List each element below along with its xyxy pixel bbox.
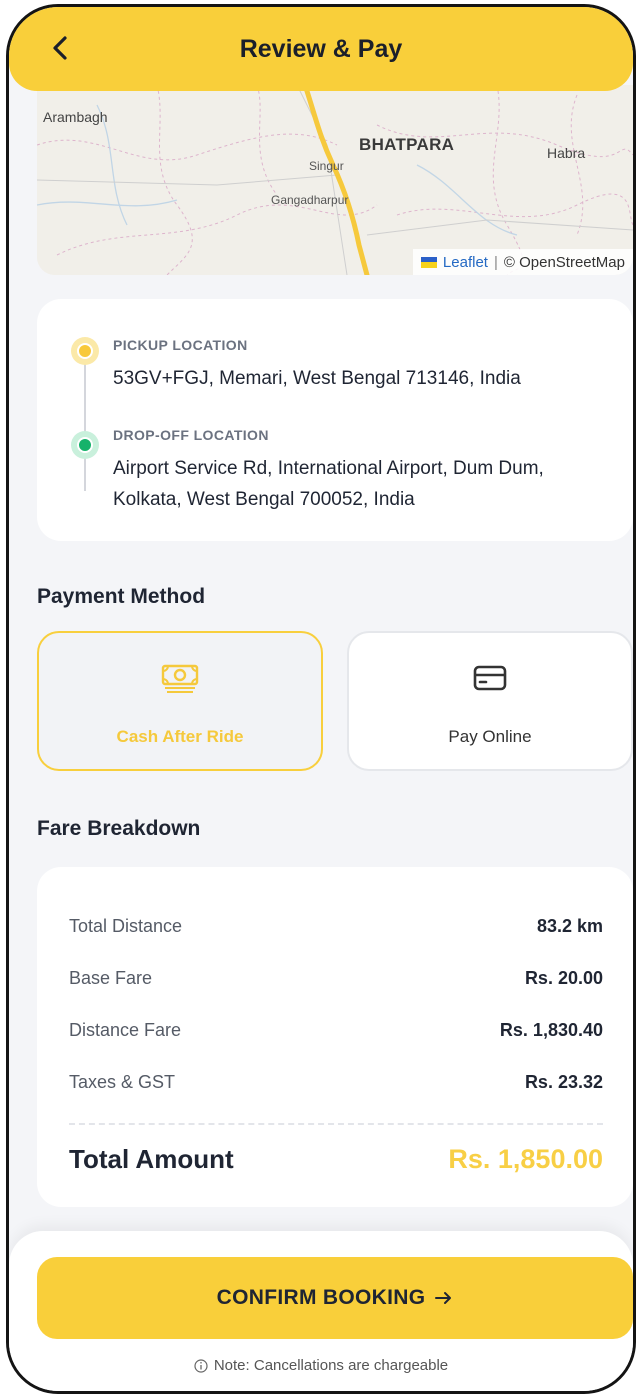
chevron-left-icon <box>53 36 67 60</box>
arrow-right-icon <box>435 1292 452 1304</box>
total-row: Total Amount Rs. 1,850.00 <box>69 1139 603 1179</box>
payment-method-title: Payment Method <box>37 585 206 608</box>
map-label-habra: Habra <box>547 145 586 161</box>
dropoff-dot-icon <box>71 431 99 459</box>
cancellation-note: Note: Cancellations are chargeable <box>9 1357 633 1374</box>
fare-row-value: 83.2 km <box>536 915 603 936</box>
fare-divider <box>69 1123 603 1125</box>
fare-row-label: Distance Fare <box>69 1019 182 1040</box>
fare-row: Total Distance 83.2 km <box>69 913 603 939</box>
attribution-separator: | <box>493 253 498 271</box>
credit-card-icon <box>473 665 507 691</box>
map-label-arambagh: Arambagh <box>43 109 108 125</box>
total-amount-value: Rs. 1,850.00 <box>448 1143 603 1174</box>
fare-row-label: Total Distance <box>69 915 183 936</box>
map-attribution: Leaflet | © OpenStreetMap <box>412 249 633 275</box>
bottom-panel: CONFIRM BOOKING Note: Cancellations are … <box>9 1231 633 1391</box>
confirm-booking-button[interactable]: CONFIRM BOOKING <box>37 1257 633 1339</box>
dropoff-address: Airport Service Rd, International Airpor… <box>113 458 544 510</box>
fare-row-label: Taxes & GST <box>69 1071 176 1092</box>
cash-icon <box>161 664 199 693</box>
fare-row-value: Rs. 1,830.40 <box>499 1019 603 1040</box>
pickup-label: PICKUP LOCATION <box>113 337 248 353</box>
total-amount-label: Total Amount <box>69 1143 234 1174</box>
fare-row-value: Rs. 20.00 <box>524 967 603 988</box>
pickup-dot-icon <box>71 337 99 365</box>
phone-frame: Review & Pay Arambagh BHATPARA Habra Sin… <box>6 4 636 1394</box>
app-header: Review & Pay <box>9 7 633 91</box>
pickup-address: 53GV+FGJ, Memari, West Bengal 713146, In… <box>113 368 521 389</box>
ukraine-flag-icon <box>420 256 437 268</box>
pay-option-cash[interactable]: Cash After Ride <box>37 631 323 771</box>
page-title: Review & Pay <box>239 34 403 63</box>
fare-row: Base Fare Rs. 20.00 <box>69 965 603 991</box>
pay-option-online[interactable]: Pay Online <box>347 631 633 771</box>
route-card: PICKUP LOCATION 53GV+FGJ, Memari, West B… <box>37 299 633 541</box>
info-icon <box>194 1358 208 1373</box>
pay-option-cash-label: Cash After Ride <box>116 727 244 746</box>
fare-row: Taxes & GST Rs. 23.32 <box>69 1069 603 1095</box>
map-label-singur: Singur <box>309 159 344 173</box>
dropoff-label: DROP-OFF LOCATION <box>113 427 269 443</box>
map-label-gangadharpur: Gangadharpur <box>271 193 349 207</box>
fare-breakdown-title: Fare Breakdown <box>37 817 201 840</box>
leaflet-link[interactable]: Leaflet <box>443 254 488 271</box>
fare-row-value: Rs. 23.32 <box>524 1071 603 1092</box>
route-connector <box>84 353 86 491</box>
cancellation-note-text: Note: Cancellations are chargeable <box>213 1357 449 1374</box>
fare-row-label: Base Fare <box>69 967 153 988</box>
map-label-bhatpara: BHATPARA <box>359 135 455 154</box>
osm-attribution[interactable]: © OpenStreetMap <box>504 254 625 271</box>
map-tiles <box>37 85 633 275</box>
route-map[interactable]: Arambagh BHATPARA Habra Singur Gangadhar… <box>37 85 633 275</box>
pay-option-online-label: Pay Online <box>448 727 532 746</box>
fare-card: Total Distance 83.2 km Base Fare Rs. 20.… <box>37 867 633 1207</box>
back-button[interactable] <box>45 33 75 63</box>
fare-row: Distance Fare Rs. 1,830.40 <box>69 1017 603 1043</box>
confirm-booking-label: CONFIRM BOOKING <box>216 1286 426 1309</box>
